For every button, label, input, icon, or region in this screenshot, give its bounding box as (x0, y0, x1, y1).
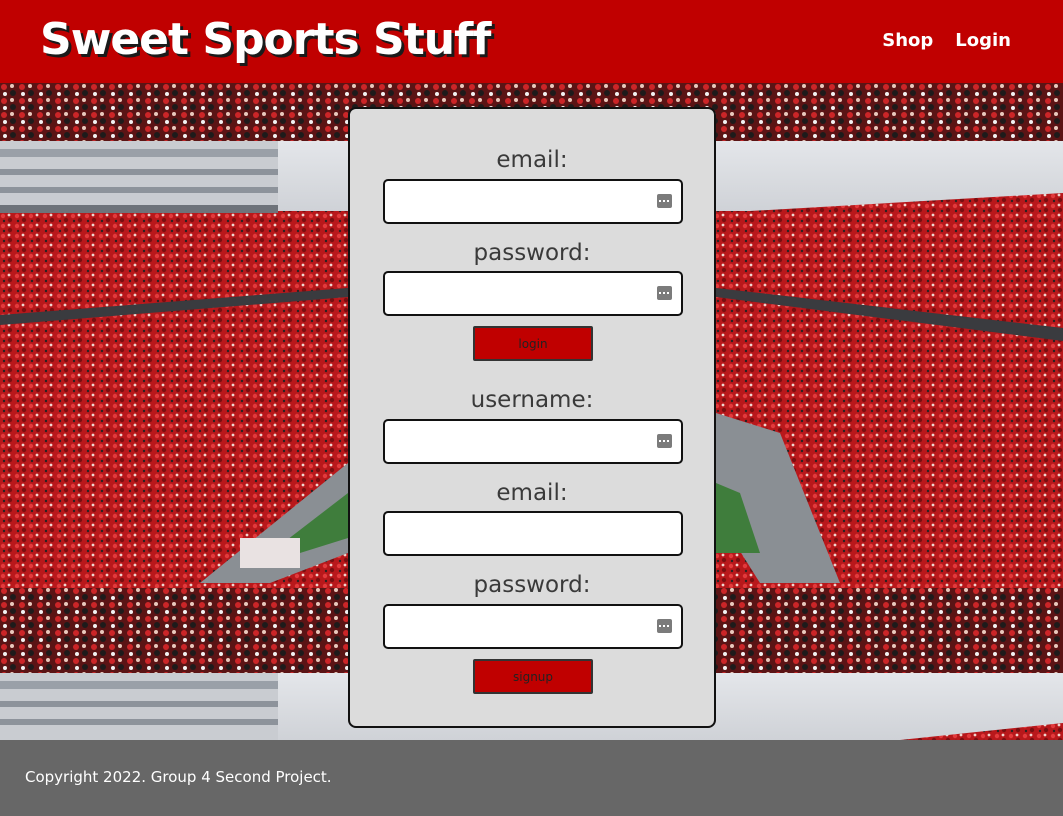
login-password-field[interactable] (383, 271, 683, 316)
signup-username-label: username: (470, 387, 594, 413)
site-title[interactable]: Sweet Sports Stuff (40, 14, 491, 65)
site-header: Sweet Sports Stuff Shop Login (0, 0, 1063, 83)
login-email-field[interactable] (383, 179, 683, 224)
site-footer: Copyright 2022. Group 4 Second Project. (0, 740, 1063, 816)
signup-password-input[interactable] (385, 606, 681, 647)
signup-password-label: password: (473, 572, 591, 598)
autofill-key-icon[interactable] (657, 194, 672, 208)
auth-card: email: password: login username: email: … (348, 107, 716, 728)
nav-link-shop[interactable]: Shop (882, 30, 933, 51)
signup-email-label: email: (496, 480, 568, 506)
signup-username-field[interactable] (383, 419, 683, 464)
autofill-key-icon[interactable] (657, 286, 672, 300)
login-password-input[interactable] (385, 273, 681, 314)
signup-email-input[interactable] (385, 513, 681, 554)
signup-username-input[interactable] (385, 421, 681, 462)
signup-email-field[interactable] (383, 511, 683, 556)
autofill-key-icon[interactable] (657, 619, 672, 633)
autofill-key-icon[interactable] (657, 434, 672, 448)
copyright-text: Copyright 2022. Group 4 Second Project. (25, 768, 332, 786)
signup-button[interactable]: signup (473, 659, 593, 694)
signup-password-field[interactable] (383, 604, 683, 649)
nav-link-login[interactable]: Login (955, 30, 1011, 51)
main-nav: Shop Login (882, 30, 1011, 51)
login-email-label: email: (496, 147, 568, 173)
login-password-label: password: (473, 240, 591, 266)
login-button[interactable]: login (473, 326, 593, 361)
login-email-input[interactable] (385, 181, 681, 222)
